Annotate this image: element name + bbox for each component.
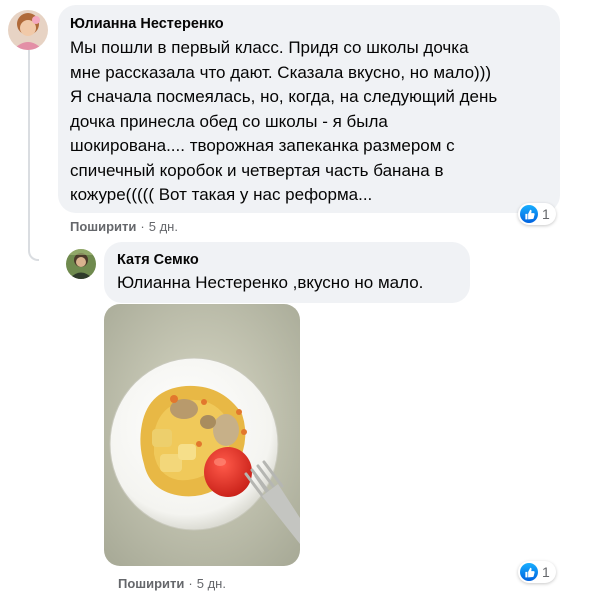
share-link[interactable]: Поширити (70, 219, 136, 234)
avatar[interactable] (66, 249, 96, 279)
comment-actions: Поширити · 5 дн. (70, 219, 178, 235)
reaction-badge[interactable]: 1 (518, 561, 556, 583)
comment-author[interactable]: Катя Семко (117, 251, 457, 270)
like-icon (520, 205, 538, 223)
separator: · (140, 219, 145, 234)
comment-bubble: Юлианна Нестеренко Мы пошли в первый кла… (58, 5, 560, 213)
share-link[interactable]: Поширити (118, 576, 184, 591)
comment-text: Мы пошли в первый класс. Придя со школы … (70, 38, 498, 204)
attached-photo[interactable] (104, 304, 300, 566)
comment-author[interactable]: Юлианна Нестеренко (70, 15, 548, 34)
separator: · (188, 576, 193, 591)
like-icon (520, 563, 538, 581)
reaction-badge[interactable]: 1 (518, 203, 556, 225)
avatar[interactable] (8, 10, 48, 50)
thread-connector-line (28, 50, 39, 261)
comment-actions: Поширити · 5 дн. (118, 576, 226, 592)
reaction-count: 1 (542, 564, 550, 580)
reaction-count: 1 (542, 206, 550, 222)
comment-text: Юлианна Нестеренко ,вкусно но мало. (117, 273, 424, 292)
comment-bubble: Катя Семко Юлианна Нестеренко ,вкусно но… (104, 242, 470, 303)
timestamp[interactable]: 5 дн. (197, 576, 226, 591)
timestamp[interactable]: 5 дн. (149, 219, 178, 234)
